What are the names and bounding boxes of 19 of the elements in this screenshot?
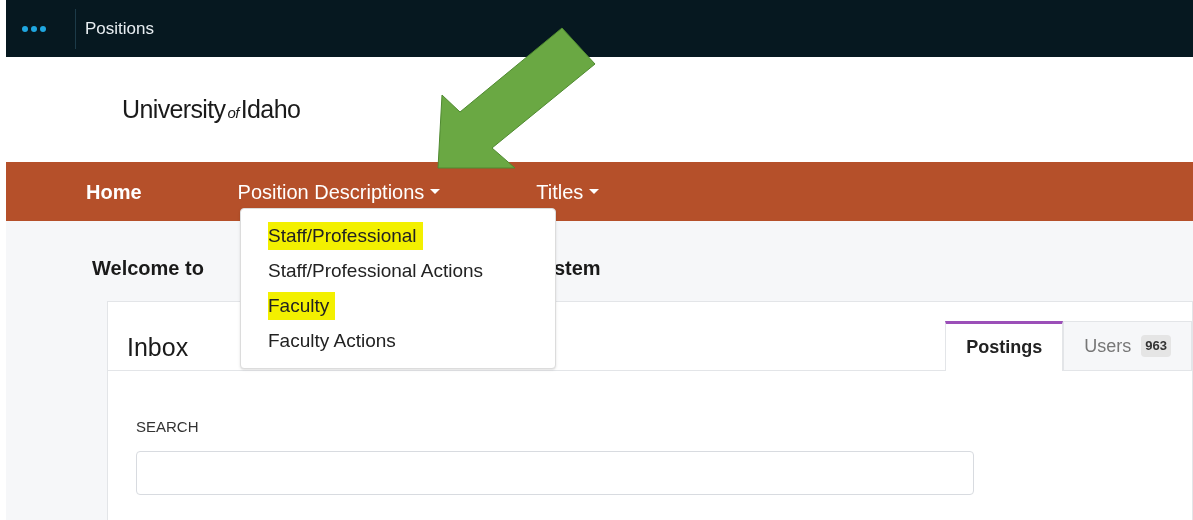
nav-item[interactable]: Home [86,176,142,207]
tab[interactable]: Postings [945,321,1064,371]
nav-item[interactable]: Position Descriptions [237,176,441,207]
search-field[interactable] [136,451,974,495]
university-logo: UniversityofIdaho [122,93,301,125]
welcome-heading: Welcome to [92,256,204,281]
welcome-heading: stem [553,256,601,281]
tab[interactable]: Users 963 [1063,321,1192,371]
nav-item[interactable]: Titles [536,176,600,207]
caret-icon [589,188,600,195]
app-title: Positions [85,17,154,40]
search-label: SEARCH [136,418,199,435]
menu-item[interactable]: Staff/Professional Actions [268,256,490,286]
menu-item[interactable]: Faculty Actions [268,326,402,356]
inbox-title: Inbox [127,331,189,363]
menu-item[interactable]: Faculty [268,291,336,321]
count-badge: 963 [1141,335,1171,357]
caret-icon [430,188,441,195]
menu-item[interactable]: Staff/Professional [268,221,423,251]
